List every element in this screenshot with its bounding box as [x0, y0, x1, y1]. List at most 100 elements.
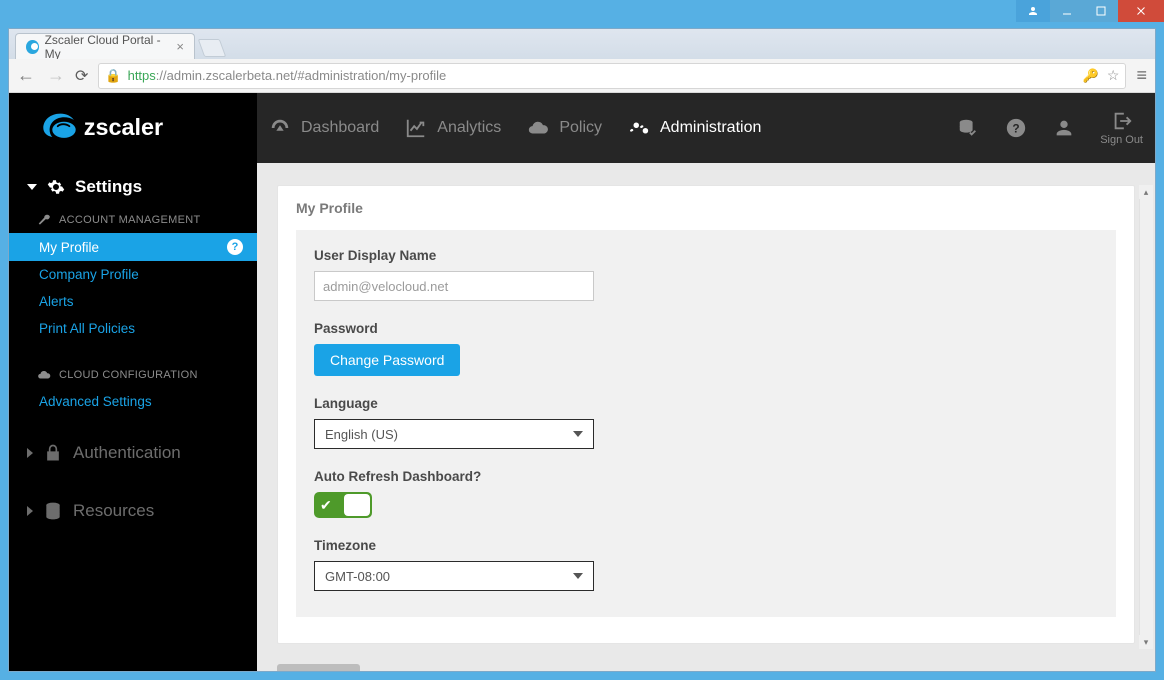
field-display-name: User Display Name [314, 248, 1098, 301]
cloud-icon [37, 368, 51, 382]
nav-administration[interactable]: Administration [628, 117, 761, 139]
wrench-icon [37, 213, 51, 227]
sidebar: zscaler Settings ACCOUNT MANAGEMENT [9, 93, 257, 671]
main-area: Dashboard Analytics Policy [257, 93, 1155, 671]
address-bar[interactable]: 🔒 https ://admin.zscalerbeta.net/#admini… [98, 63, 1126, 89]
sidebar-authentication-label: Authentication [73, 443, 181, 463]
svg-text:zscaler: zscaler [84, 114, 163, 140]
sidebar-item-advanced-settings[interactable]: Advanced Settings [9, 388, 257, 415]
key-icon[interactable]: 🔑 [1083, 68, 1099, 84]
nav-label: Policy [559, 119, 602, 137]
back-button[interactable]: ← [17, 65, 35, 86]
titlebar [0, 0, 1164, 28]
brand-logo[interactable]: zscaler [9, 93, 257, 163]
profile-form: User Display Name Password Change Passwo… [296, 230, 1116, 617]
gear-icon [47, 178, 65, 196]
sidebar-item-company-profile[interactable]: Company Profile [9, 261, 257, 288]
svg-text:?: ? [1013, 122, 1020, 136]
sidebar-item-label: Advanced Settings [39, 394, 152, 409]
language-label: Language [314, 396, 1098, 411]
signout-icon [1111, 110, 1133, 132]
timezone-select[interactable]: GMT-08:00 [314, 561, 594, 591]
nav-policy[interactable]: Policy [527, 117, 602, 139]
new-tab-button[interactable] [198, 39, 227, 57]
nav-label: Dashboard [301, 119, 379, 137]
nav-label: Administration [660, 119, 761, 137]
browser-tab[interactable]: Zscaler Cloud Portal - My × [15, 33, 195, 59]
display-name-label: User Display Name [314, 248, 1098, 263]
titlebar-user-icon[interactable] [1016, 0, 1050, 22]
sidebar-section-resources[interactable]: Resources [9, 491, 257, 531]
sidebar-item-label: Print All Policies [39, 321, 135, 336]
sidebar-section-authentication[interactable]: Authentication [9, 433, 257, 473]
stack-check-icon [957, 117, 979, 139]
browser-menu-button[interactable]: ≡ [1136, 65, 1147, 86]
sidebar-cat-cloud-config: CLOUD CONFIGURATION [9, 360, 257, 388]
database-icon [43, 501, 63, 521]
profile-card: My Profile User Display Name Password Ch… [277, 185, 1135, 644]
signout-button[interactable]: Sign Out [1100, 110, 1143, 146]
forward-button[interactable]: → [47, 65, 65, 86]
chevron-down-icon [573, 573, 583, 579]
page-title: My Profile [296, 200, 1116, 216]
field-password: Password Change Password [314, 321, 1098, 376]
app-root: zscaler Settings ACCOUNT MANAGEMENT [9, 93, 1155, 671]
cloud-icon [527, 117, 549, 139]
field-auto-refresh: Auto Refresh Dashboard? ✔ [314, 469, 1098, 518]
sidebar-item-label: My Profile [39, 240, 99, 255]
timezone-value: GMT-08:00 [325, 569, 390, 584]
sidebar-item-label: Company Profile [39, 267, 139, 282]
topnav-user-icon[interactable] [1052, 117, 1076, 139]
favicon-icon [26, 40, 39, 54]
sidebar-item-alerts[interactable]: Alerts [9, 288, 257, 315]
topnav-activate-icon[interactable] [956, 117, 980, 139]
timezone-label: Timezone [314, 538, 1098, 553]
sidebar-section-settings[interactable]: Settings [9, 169, 257, 205]
browser-tabstrip: Zscaler Cloud Portal - My × [9, 29, 1155, 59]
url-path: ://admin.zscalerbeta.net/#administration… [156, 68, 446, 83]
scrollbar[interactable]: ▴ ▾ [1139, 185, 1153, 649]
field-timezone: Timezone GMT-08:00 [314, 538, 1098, 591]
form-actions: Save Cancel [277, 664, 1135, 671]
window-minimize-button[interactable] [1050, 0, 1084, 22]
nav-label: Analytics [437, 119, 501, 137]
reload-button[interactable]: ⟳ [75, 66, 88, 86]
sidebar-cat-cloud-label: CLOUD CONFIGURATION [59, 369, 198, 381]
auto-refresh-label: Auto Refresh Dashboard? [314, 469, 1098, 484]
chart-icon [405, 117, 427, 139]
sidebar-item-print-policies[interactable]: Print All Policies [9, 315, 257, 342]
language-select[interactable]: English (US) [314, 419, 594, 449]
sidebar-cat-account-label: ACCOUNT MANAGEMENT [59, 214, 200, 226]
topnav-help-icon[interactable]: ? [1004, 117, 1028, 139]
sidebar-item-label: Alerts [39, 294, 74, 309]
signout-label: Sign Out [1100, 134, 1143, 146]
field-language: Language English (US) [314, 396, 1098, 449]
save-button[interactable]: Save [277, 664, 360, 671]
star-icon[interactable]: ☆ [1107, 67, 1120, 84]
gauge-icon [269, 117, 291, 139]
content: My Profile User Display Name Password Ch… [257, 163, 1155, 671]
sidebar-item-my-profile[interactable]: My Profile ? [9, 233, 257, 261]
auto-refresh-toggle[interactable]: ✔ [314, 492, 372, 518]
scroll-up-icon[interactable]: ▴ [1139, 185, 1153, 199]
sidebar-resources-label: Resources [73, 501, 154, 521]
tab-close-icon[interactable]: × [176, 39, 184, 54]
scroll-down-icon[interactable]: ▾ [1139, 635, 1153, 649]
window-close-button[interactable] [1118, 0, 1164, 22]
tab-title: Zscaler Cloud Portal - My [45, 33, 167, 61]
os-window: Zscaler Cloud Portal - My × ← → ⟳ 🔒 http… [0, 0, 1164, 680]
lock-icon: 🔒 [105, 68, 121, 84]
browser-toolbar: ← → ⟳ 🔒 https ://admin.zscalerbeta.net/#… [9, 59, 1155, 93]
help-icon[interactable]: ? [227, 239, 243, 255]
nav-analytics[interactable]: Analytics [405, 117, 501, 139]
nav-dashboard[interactable]: Dashboard [269, 117, 379, 139]
display-name-input[interactable] [314, 271, 594, 301]
chevron-right-icon [27, 506, 33, 516]
window-maximize-button[interactable] [1084, 0, 1118, 22]
password-label: Password [314, 321, 1098, 336]
sidebar-settings-label: Settings [75, 177, 142, 197]
url-scheme: https [128, 68, 156, 83]
toggle-knob [344, 494, 370, 516]
change-password-button[interactable]: Change Password [314, 344, 460, 376]
question-circle-icon: ? [1005, 117, 1027, 139]
